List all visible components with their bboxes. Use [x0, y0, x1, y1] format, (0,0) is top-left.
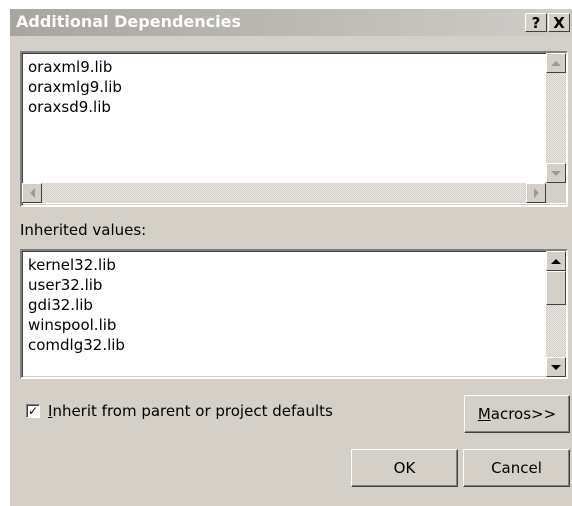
- macros-mnemonic: M: [477, 405, 491, 423]
- scroll-down-button[interactable]: [546, 163, 566, 183]
- inherit-label-text: nherit from parent or project defaults: [52, 402, 333, 420]
- scroll-left-icon: [29, 188, 35, 198]
- list-item: oraxsd9.lib: [28, 98, 111, 116]
- ok-button[interactable]: OK: [351, 449, 458, 487]
- help-button[interactable]: ?: [525, 13, 547, 32]
- scroll-left-button[interactable]: [22, 183, 42, 203]
- cancel-button[interactable]: Cancel: [463, 449, 570, 487]
- scroll-right-icon: [533, 188, 539, 198]
- scroll-up-button[interactable]: [546, 53, 566, 73]
- dependencies-horizontal-scrollbar[interactable]: [22, 183, 546, 203]
- inherited-values-listbox[interactable]: kernel32.lib user32.lib gdi32.lib winspo…: [20, 249, 568, 379]
- scroll-down-icon: [551, 170, 561, 176]
- inherited-values-label: Inherited values:: [20, 221, 147, 239]
- dependencies-list: oraxml9.lib oraxmlg9.lib oraxsd9.lib: [28, 57, 122, 117]
- list-item: oraxmlg9.lib: [28, 78, 122, 96]
- dependencies-vertical-scrollbar[interactable]: [546, 53, 566, 183]
- scroll-down-button[interactable]: [546, 357, 566, 377]
- list-item: kernel32.lib: [28, 256, 116, 274]
- inherited-vertical-scrollbar[interactable]: [546, 251, 566, 377]
- list-item: comdlg32.lib: [28, 336, 125, 354]
- macros-button[interactable]: Macros>>: [464, 395, 570, 433]
- inherit-checkbox-label[interactable]: Inherit from parent or project defaults: [48, 402, 333, 420]
- close-icon: X: [553, 13, 565, 32]
- list-item: gdi32.lib: [28, 296, 93, 314]
- scroll-down-icon: [551, 364, 561, 370]
- dialog-title: Additional Dependencies: [16, 12, 242, 31]
- ok-label: OK: [393, 459, 416, 477]
- cancel-label: Cancel: [491, 459, 542, 477]
- list-item: winspool.lib: [28, 316, 117, 334]
- title-bar[interactable]: Additional Dependencies ? X: [10, 9, 572, 36]
- macros-label: acros>>: [490, 405, 557, 423]
- list-item: user32.lib: [28, 276, 103, 294]
- scroll-thumb[interactable]: [546, 271, 566, 305]
- additional-dependencies-dialog: Additional Dependencies ? X oraxml9.lib …: [10, 9, 572, 506]
- help-icon: ?: [531, 13, 541, 32]
- scroll-up-icon: [551, 60, 561, 66]
- inherited-values-list: kernel32.lib user32.lib gdi32.lib winspo…: [28, 255, 125, 355]
- scroll-right-button[interactable]: [526, 183, 546, 203]
- scroll-up-icon: [551, 258, 561, 264]
- close-button[interactable]: X: [548, 13, 570, 32]
- scrollbar-corner: [546, 183, 566, 203]
- dependencies-textbox[interactable]: oraxml9.lib oraxmlg9.lib oraxsd9.lib: [20, 51, 568, 207]
- list-item: oraxml9.lib: [28, 58, 113, 76]
- scroll-up-button[interactable]: [546, 251, 566, 271]
- inherit-checkbox[interactable]: ✓: [26, 404, 40, 418]
